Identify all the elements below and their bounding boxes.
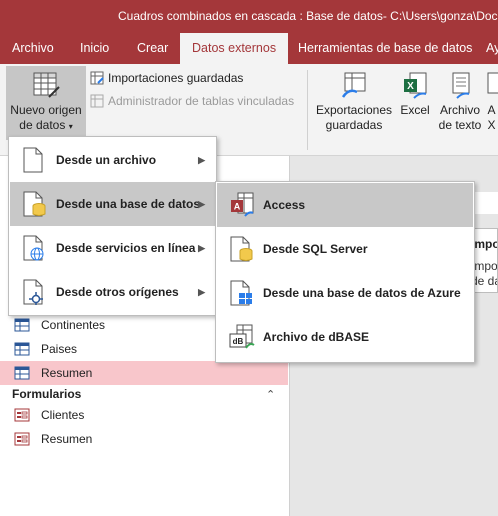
access-icon: A <box>231 192 254 217</box>
submenu-item-azure[interactable]: Desde una base de datos de Azure <box>217 271 473 315</box>
azure-icon <box>230 280 252 306</box>
saved-exports-label-1: Exportaciones <box>315 103 393 117</box>
collapse-icon[interactable]: ⌃ <box>266 388 275 401</box>
new-source-label-2: de datos <box>19 118 66 132</box>
tooltip-line-2: de da <box>471 274 497 288</box>
menu-item-label: Desde un archivo <box>56 153 157 167</box>
form-icon <box>14 408 30 422</box>
forms-group-header[interactable]: Formularios <box>12 387 81 401</box>
submenu-item-label: Desde SQL Server <box>263 242 368 256</box>
submenu-item-sql-server[interactable]: Desde SQL Server <box>217 227 473 271</box>
text-file-label-1: Archivo <box>439 103 480 117</box>
saved-exports-label-2: guardadas <box>325 118 383 132</box>
nav-table-label: Continentes <box>41 318 106 332</box>
tooltip-line-1: Impo <box>471 259 498 273</box>
chevron-right-icon: ▶ <box>198 198 205 209</box>
tab-ayuda[interactable]: Ay <box>486 33 498 64</box>
svg-text:X: X <box>407 81 414 92</box>
xml-label-2: X <box>487 118 496 132</box>
submenu-item-label: Desde una base de datos de Azure <box>263 286 461 300</box>
export-text-file-button[interactable]: Archivo de texto <box>436 70 484 133</box>
menu-item-label: Desde una base de datos <box>56 197 201 211</box>
chevron-right-icon: ▶ <box>198 242 205 253</box>
title-bar: Cuadros combinados en cascada : Base de … <box>0 0 498 33</box>
chevron-right-icon: ▶ <box>198 286 205 297</box>
xml-file-icon <box>487 72 498 94</box>
new-source-label-1: Nuevo origen <box>10 103 82 117</box>
menu-item-from-database[interactable]: Desde una base de datos ▶ <box>10 182 215 226</box>
tab-herramientas[interactable]: Herramientas de base de datos <box>298 33 472 64</box>
text-file-icon <box>452 72 470 99</box>
nav-form-resumen[interactable]: Resumen <box>0 427 288 451</box>
chevron-right-icon: ▶ <box>198 154 205 165</box>
text-file-label-2: de texto <box>438 118 482 132</box>
excel-icon: X <box>404 72 427 99</box>
menu-item-from-online-services[interactable]: Desde servicios en línea ▶ <box>10 226 215 270</box>
dbase-icon: dB <box>229 324 255 349</box>
nav-form-label: Clientes <box>41 408 85 422</box>
saved-exports-icon <box>341 72 366 98</box>
linked-tables-icon <box>90 94 104 108</box>
submenu-item-label: Archivo de dBASE <box>263 330 370 344</box>
nav-form-clientes[interactable]: Clientes <box>0 403 288 427</box>
table-icon <box>14 366 30 380</box>
table-icon <box>14 342 30 356</box>
window-title: Cuadros combinados en cascada : Base de … <box>118 9 498 23</box>
form-icon <box>14 432 30 446</box>
menu-item-label: Desde servicios en línea <box>56 241 196 255</box>
xml-label-1: A <box>487 103 496 117</box>
ribbon-separator <box>307 70 308 150</box>
linked-tables-label: Administrador de tablas vinculadas <box>108 94 295 108</box>
submenu-item-access[interactable]: A Access <box>217 183 473 227</box>
menu-item-label: Desde otros orígenes <box>56 285 179 299</box>
saved-imports-label: Importaciones guardadas <box>108 71 244 85</box>
new-data-source-button[interactable]: Nuevo origen de datos ▾ <box>6 66 86 140</box>
tooltip-description: Impo de da <box>471 259 498 289</box>
nav-table-label: Resumen <box>41 366 93 380</box>
export-excel-button[interactable]: X Excel <box>398 70 432 118</box>
svg-text:dB: dB <box>233 337 244 346</box>
menu-item-from-other-sources[interactable]: Desde otros orígenes ▶ <box>10 270 215 314</box>
database-file-icon <box>23 191 46 217</box>
svg-text:A: A <box>234 202 241 212</box>
chevron-down-icon: ▾ <box>68 122 73 131</box>
new-source-menu: Desde un archivo ▶ Desde una base de dat… <box>8 136 217 316</box>
nav-form-label: Resumen <box>41 432 93 446</box>
submenu-item-label: Access <box>263 198 306 212</box>
saved-imports-button[interactable]: Importaciones guardadas <box>90 71 243 85</box>
tab-datos-externos[interactable]: Datos externos <box>180 33 289 64</box>
database-submenu: A Access Desde SQL Server Desde una base… <box>215 181 475 363</box>
ribbon-tabs: Archivo Inicio Crear Datos externos Herr… <box>0 33 498 64</box>
table-icon <box>14 318 30 332</box>
nav-table-resumen[interactable]: Resumen <box>0 361 288 385</box>
file-icon <box>23 147 43 173</box>
export-xml-button[interactable]: A X <box>485 70 498 133</box>
excel-label: Excel <box>400 103 430 117</box>
tab-crear[interactable]: Crear <box>137 33 168 64</box>
saved-exports-button[interactable]: Exportaciones guardadas <box>314 70 394 133</box>
tab-archivo[interactable]: Archivo <box>12 33 54 64</box>
linked-tables-manager-button[interactable]: Administrador de tablas vinculadas <box>90 94 294 108</box>
menu-item-from-file[interactable]: Desde un archivo ▶ <box>10 138 215 182</box>
saved-imports-icon <box>90 71 104 85</box>
tooltip-title: Impo <box>471 237 498 251</box>
globe-file-icon <box>23 235 44 261</box>
table-icon <box>33 72 60 98</box>
tab-inicio[interactable]: Inicio <box>80 33 109 64</box>
other-sources-icon <box>23 279 43 305</box>
sql-server-icon <box>230 236 253 262</box>
submenu-item-dbase[interactable]: dB Archivo de dBASE <box>217 315 473 359</box>
nav-table-label: Paises <box>41 342 78 356</box>
